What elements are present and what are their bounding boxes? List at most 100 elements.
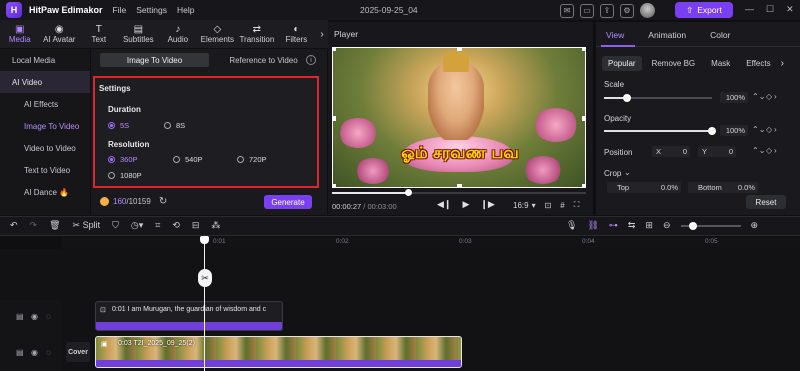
duration-5s-radio[interactable]: 5S <box>108 121 129 130</box>
opacity-stepper-icon[interactable]: ⌃⌄ <box>752 125 765 134</box>
subtitle-clip[interactable]: ⊡ 0:01 I am Murugan, the guardian of wis… <box>95 301 283 331</box>
replace-icon[interactable]: ⇆ <box>628 220 636 231</box>
tab-media[interactable]: ▣ Media <box>0 20 40 48</box>
tab-transition[interactable]: ⇄ Transition <box>237 20 277 48</box>
opacity-value[interactable]: 100% <box>720 125 748 136</box>
tab-reference-to-video[interactable]: Reference to Video <box>209 53 318 67</box>
resize-handle[interactable] <box>333 116 336 121</box>
play-icon[interactable]: ▶ <box>462 199 469 210</box>
timeline-ruler[interactable] <box>62 237 800 249</box>
settings-icon[interactable]: ⚙ <box>620 3 634 18</box>
resize-handle[interactable] <box>582 184 585 187</box>
tab-image-to-video[interactable]: Image To Video <box>100 53 209 67</box>
reset-button[interactable]: Reset <box>746 195 786 209</box>
chevron-right-icon[interactable]: › <box>774 125 777 134</box>
sidebar-item-text-to-video[interactable]: Text to Video <box>0 159 90 181</box>
rotate-icon[interactable]: ⟲ <box>172 220 180 231</box>
chevron-right-icon[interactable]: › <box>774 92 777 101</box>
opacity-slider[interactable] <box>604 130 712 132</box>
track-mute-icon[interactable]: ◌ <box>46 348 51 357</box>
next-frame-icon[interactable]: ❙▶ <box>480 199 494 210</box>
resize-handle[interactable] <box>457 184 462 187</box>
microphone-icon[interactable]: 🎙 <box>566 220 577 231</box>
keyframe-icon[interactable]: ◇ <box>766 92 772 101</box>
duration-8s-radio[interactable]: 8S <box>164 121 185 130</box>
subtab-remove-bg[interactable]: Remove BG <box>646 56 702 71</box>
playback-progress[interactable] <box>332 192 586 194</box>
chevron-right-icon[interactable]: › <box>781 58 784 69</box>
avatar[interactable] <box>640 3 655 18</box>
delete-icon[interactable]: 🗑 <box>49 220 60 231</box>
redo-icon[interactable]: ↷ <box>30 220 38 231</box>
resize-handle[interactable] <box>582 116 585 121</box>
zoom-in-icon[interactable]: ⊕ <box>751 220 759 231</box>
minimize-icon[interactable]: — <box>745 4 754 15</box>
link-icon[interactable]: ⛓ <box>587 220 598 231</box>
opacity-slider-knob[interactable] <box>708 127 716 135</box>
feedback-icon[interactable]: ✉ <box>560 3 574 18</box>
menu-file[interactable]: File <box>113 5 127 15</box>
scale-value[interactable]: 100% <box>720 92 748 103</box>
tab-subtitles[interactable]: ▤ Subtitles <box>119 20 159 48</box>
speed-icon[interactable]: ◷▾ <box>131 220 143 231</box>
track-lock-icon[interactable]: ▤ <box>16 312 24 321</box>
snapshot-icon[interactable]: ⊡ <box>545 201 552 210</box>
video-preview[interactable]: ஓம் சரவண பவ <box>332 47 586 188</box>
resize-handle[interactable] <box>333 184 336 187</box>
tab-color[interactable]: Color <box>710 30 730 40</box>
position-stepper-icon[interactable]: ⌃⌄ <box>752 146 765 155</box>
scale-stepper-icon[interactable]: ⌃⌄ <box>752 92 765 101</box>
crop-top-field[interactable]: Top 0.0% <box>607 182 681 193</box>
tab-text[interactable]: T Text <box>79 20 119 48</box>
scale-slider-knob[interactable] <box>623 94 631 102</box>
tab-ai-avatar[interactable]: ◉ AI Avatar <box>40 20 80 48</box>
position-x-field[interactable]: X0 <box>652 146 690 157</box>
sidebar-item-ai-dance[interactable]: AI Dance 🔥 <box>0 181 90 203</box>
chevron-down-icon[interactable]: ▾ <box>532 201 536 210</box>
subtab-popular[interactable]: Popular <box>602 56 642 71</box>
share-icon[interactable]: ⇪ <box>600 3 614 18</box>
undo-icon[interactable]: ↶ <box>10 220 18 231</box>
sidebar-item-ai-video[interactable]: AI Video <box>0 71 90 93</box>
track-mute-icon[interactable]: ◌ <box>46 312 51 321</box>
tab-view[interactable]: View <box>606 30 624 40</box>
maximize-icon[interactable]: ☐ <box>766 4 774 15</box>
playhead-handle[interactable] <box>200 236 209 244</box>
tab-elements[interactable]: ◇ Elements <box>198 20 238 48</box>
crop-bottom-field[interactable]: Bottom 0.0% <box>688 182 758 193</box>
freeze-icon[interactable]: ⊟ <box>192 220 200 231</box>
resize-handle[interactable] <box>457 48 462 51</box>
video-clip[interactable]: ▣ 0:03 T2I_2025_09_25(2) <box>95 336 462 368</box>
tab-animation[interactable]: Animation <box>648 30 686 40</box>
track-visibility-icon[interactable]: ◉ <box>31 348 38 357</box>
resolution-1080p-radio[interactable]: 1080P <box>108 171 142 180</box>
cover-button[interactable]: Cover <box>66 342 90 362</box>
tab-filters[interactable]: ◐ Filters <box>277 20 317 48</box>
scale-slider[interactable] <box>604 97 712 99</box>
menu-settings[interactable]: Settings <box>136 5 167 15</box>
video-caption[interactable]: ஓம் சரவண பவ <box>333 143 585 164</box>
track-visibility-icon[interactable]: ◉ <box>31 312 38 321</box>
fullscreen-icon[interactable]: ⛶ <box>574 200 580 210</box>
track-lock-icon[interactable]: ▤ <box>16 348 24 357</box>
chevron-right-icon[interactable]: › <box>316 20 328 48</box>
grid-icon[interactable]: # <box>560 201 564 210</box>
export-button[interactable]: ⇧ Export <box>675 2 733 18</box>
resolution-540p-radio[interactable]: 540P <box>173 155 203 164</box>
position-y-field[interactable]: Y0 <box>698 146 736 157</box>
chevron-down-icon[interactable]: ⌄ <box>624 168 631 177</box>
resize-handle[interactable] <box>582 48 585 51</box>
crop-icon[interactable]: ⌗ <box>155 220 160 231</box>
ai-tools-icon[interactable]: ⁂ <box>211 220 220 231</box>
info-icon[interactable]: i <box>306 55 316 65</box>
generate-button[interactable]: Generate <box>264 195 312 209</box>
export-clip-icon[interactable]: ⊞ <box>645 220 653 231</box>
sidebar-item-image-to-video[interactable]: Image To Video <box>0 115 90 137</box>
menu-help[interactable]: Help <box>177 5 194 15</box>
keyframe-icon[interactable]: ◇ <box>766 125 772 134</box>
zoom-knob[interactable] <box>688 221 697 230</box>
sidebar-item-local-media[interactable]: Local Media <box>0 49 90 71</box>
layout-icon[interactable]: ▭ <box>580 3 594 18</box>
sidebar-item-ai-effects[interactable]: AI Effects <box>0 93 90 115</box>
scissors-icon[interactable]: ✂ <box>198 269 212 287</box>
